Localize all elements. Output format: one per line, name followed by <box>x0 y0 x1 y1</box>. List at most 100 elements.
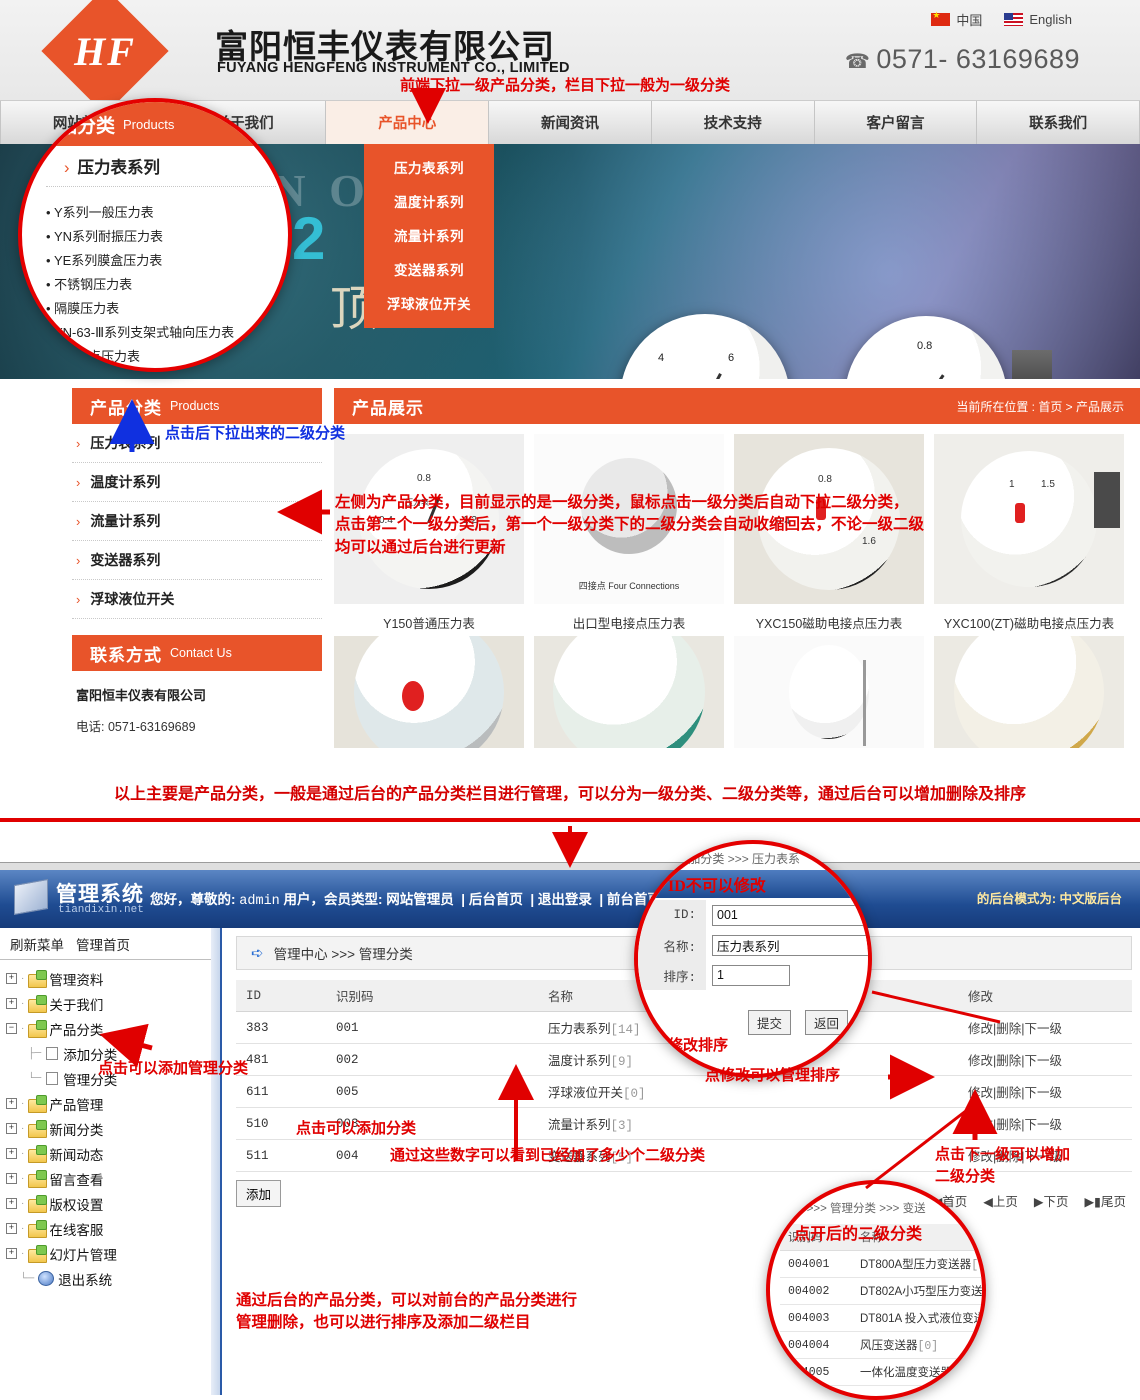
dropdown-item-pressure[interactable]: 压力表系列 <box>364 150 494 184</box>
row-action-links[interactable]: 修改|删除|下一级 <box>968 1086 1062 1100</box>
table-row: 004001DT800A型压力变送器[0] <box>780 1251 986 1278</box>
chevron-right-icon: › <box>76 475 80 490</box>
product-card[interactable] <box>934 636 1124 748</box>
refresh-menu-link[interactable]: 刷新菜单 <box>10 934 64 954</box>
nav-item-message[interactable]: 客户留言 <box>815 101 978 144</box>
dropdown-item-thermometer[interactable]: 温度计系列 <box>364 184 494 218</box>
tree-node-news-category[interactable]: +·新闻分类 <box>6 1116 220 1141</box>
product-card[interactable] <box>734 636 924 748</box>
category-item-transmitter[interactable]: ›变送器系列 <box>72 541 322 580</box>
row-action-links[interactable]: 修改|删除|下一级 <box>968 1022 1062 1036</box>
expand-plus-icon[interactable]: + <box>6 1123 17 1134</box>
expand-plus-icon[interactable]: + <box>6 1148 17 1159</box>
back-button[interactable]: 返回 <box>805 1010 848 1035</box>
cell-sub-code: 004002 <box>780 1278 852 1305</box>
tree-node-slideshow[interactable]: +·幻灯片管理 <box>6 1241 220 1266</box>
contact-phone: 电话: 0571-63169689 <box>76 716 318 735</box>
chevron-right-icon: › <box>76 553 80 568</box>
tree-node-about-us[interactable]: +·关于我们 <box>6 991 220 1016</box>
link-admin-home[interactable]: 后台首页 <box>469 892 523 907</box>
tree-dots: · <box>21 1223 24 1234</box>
cell-actions[interactable]: 修改|删除|下一级 <box>958 1044 1132 1076</box>
expand-plus-icon[interactable]: + <box>6 1223 17 1234</box>
magnified-subitem[interactable]: • 不锈钢压力表 <box>46 274 132 293</box>
cell-actions[interactable]: 修改|删除|下一级 <box>958 1012 1132 1044</box>
magnified-active-category-label: 压力表系列 <box>78 159 161 177</box>
magnified-subitem[interactable]: • YN系列耐振压力表 <box>46 226 163 245</box>
link-logout[interactable]: 退出登录 <box>538 892 592 907</box>
contact-title-cn: 联系方式 <box>90 641 162 666</box>
logo-text: HF <box>60 6 150 96</box>
nav-item-contact[interactable]: 联系我们 <box>977 101 1140 144</box>
magnified-subitem[interactable]: • YE系列膜盒压力表 <box>46 250 162 269</box>
pagination[interactable]: ▮◀首页 ◀上页 ▶下页 ▶▮尾页 <box>926 1191 1126 1210</box>
product-card[interactable] <box>334 636 524 748</box>
dropdown-item-flowmeter[interactable]: 流量计系列 <box>364 218 494 252</box>
input-order[interactable]: 1 <box>712 965 790 986</box>
input-id[interactable]: 001 <box>712 905 872 926</box>
cell-actions[interactable]: 修改|删除|下一级 <box>958 1108 1132 1140</box>
nav-item-support[interactable]: 技术支持 <box>652 101 815 144</box>
tree-label: 在线客服 <box>49 1219 103 1239</box>
expand-plus-icon[interactable]: + <box>6 1248 17 1259</box>
nav-item-news[interactable]: 新闻资讯 <box>489 101 652 144</box>
lang-en-label[interactable]: English <box>1029 12 1072 27</box>
expand-plus-icon[interactable]: + <box>6 973 17 984</box>
category-label: 压力表系列 <box>90 433 160 453</box>
annotation-id-readonly: ID不可以修改 <box>668 872 766 896</box>
tree-node-product-manage[interactable]: +·产品管理 <box>6 1091 220 1116</box>
admin-home-link[interactable]: 管理首页 <box>76 934 130 954</box>
product-card[interactable] <box>534 636 724 748</box>
cell-sub-name: DT800A型压力变送器[0] <box>852 1251 986 1278</box>
product-card[interactable]: 1 1.5 YXC100(ZT)磁助电接点压力表 <box>934 434 1124 636</box>
row-action-links[interactable]: 修改|删除|下一级 <box>968 1054 1062 1068</box>
tree-node-messages[interactable]: +·留言查看 <box>6 1166 220 1191</box>
pager-label[interactable]: 上页 <box>993 1195 1018 1209</box>
expand-plus-icon[interactable]: + <box>6 1098 17 1109</box>
tree-node-product-category[interactable]: −·产品分类 <box>6 1016 220 1041</box>
category-item-floatswitch[interactable]: ›浮球液位开关 <box>72 580 322 619</box>
contact-pointer-red <box>402 681 424 711</box>
category-item-thermometer[interactable]: › 温度计系列 <box>72 463 322 502</box>
category-label: 温度计系列 <box>90 472 160 492</box>
gauge-tick: 1 <box>1009 479 1015 490</box>
magnifier-front-dropdown: 品分类 Products ›压力表系列 • Y系列一般压力表 • YN系列耐振压… <box>18 98 292 372</box>
nav-dropdown-products[interactable]: 压力表系列 温度计系列 流量计系列 变送器系列 浮球液位开关 <box>364 144 494 328</box>
magnified-subitem[interactable]: • Y系列一般压力表 <box>46 202 154 221</box>
expand-plus-icon[interactable]: + <box>6 998 17 1009</box>
lang-cn-label[interactable]: 中国 <box>956 10 982 29</box>
tree-node-exit[interactable]: └─退出系统 <box>6 1266 220 1291</box>
pager-label[interactable]: 尾页 <box>1101 1195 1126 1209</box>
page-icon <box>46 1047 58 1060</box>
tree-node-news[interactable]: +·新闻动态 <box>6 1141 220 1166</box>
gauge-tick-0-8: 0.8 <box>917 340 932 352</box>
cell-sub-code: 004005 <box>780 1359 852 1386</box>
pager-label[interactable]: 下页 <box>1043 1195 1068 1209</box>
sidebar-scrollbar[interactable] <box>211 928 220 1395</box>
admin-sidebar-top: 刷新菜单 管理首页 <box>0 928 220 960</box>
magnified-subitem[interactable]: • YN-63-Ⅲ系列支架式轴向压力表 <box>46 322 234 341</box>
add-category-button[interactable]: 添加 <box>236 1180 281 1207</box>
magnified-subitem[interactable]: 磁助电接点压力表 <box>36 346 140 365</box>
collapse-minus-icon[interactable]: − <box>6 1023 17 1034</box>
tree-node-online-service[interactable]: + · 在线客服 <box>6 1216 220 1241</box>
language-switcher[interactable]: 中国 English <box>931 10 1072 29</box>
tree-node-copyright[interactable]: +·版权设置 <box>6 1191 220 1216</box>
cell-actions[interactable]: 修改|删除|下一级 <box>958 1076 1132 1108</box>
tree-node-manage-data[interactable]: +·管理资料 <box>6 966 220 991</box>
submit-button[interactable]: 提交 <box>748 1010 791 1035</box>
expand-plus-icon[interactable]: + <box>6 1198 17 1209</box>
input-name[interactable]: 压力表系列 <box>712 935 872 956</box>
dropdown-item-floatswitch[interactable]: 浮球液位开关 <box>364 286 494 320</box>
expand-plus-icon[interactable]: + <box>6 1173 17 1184</box>
magnified-subitem[interactable]: • 隔膜压力表 <box>46 298 119 317</box>
dropdown-item-transmitter[interactable]: 变送器系列 <box>364 252 494 286</box>
subitem-label: Y系列一般压力表 <box>54 205 154 220</box>
nav-item-products[interactable]: 产品中心 <box>326 101 489 144</box>
annotation-divider-note: 以上主要是产品分类，一般是通过后台的产品分类栏目进行管理，可以分为一级分类、二级… <box>0 780 1140 804</box>
pager-next: ▶下页 <box>1034 1191 1069 1210</box>
product-caption: YXC150磁助电接点压力表 <box>734 604 924 636</box>
row-action-links[interactable]: 修改|删除|下一级 <box>968 1118 1062 1132</box>
cell-sub-name: 风压变送器[0] <box>852 1332 986 1359</box>
category-item-flowmeter[interactable]: ›流量计系列 <box>72 502 322 541</box>
